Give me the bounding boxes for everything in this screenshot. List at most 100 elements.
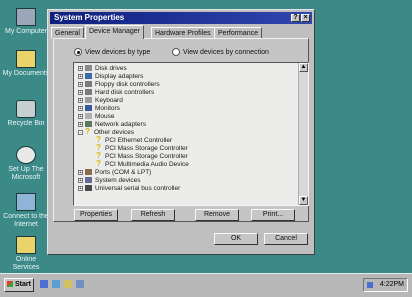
window-titlebar[interactable]: System Properties ? × — [50, 12, 312, 24]
properties-button[interactable]: Properties — [74, 209, 118, 221]
expand-icon[interactable]: + — [78, 97, 83, 103]
tree-item[interactable]: ? PCI Ethernet Controller — [96, 136, 172, 145]
desktop-icon-my-documents[interactable]: My Documents — [2, 50, 50, 78]
tree-item[interactable]: + Universal serial bus controller — [78, 185, 180, 193]
expand-icon[interactable]: + — [78, 113, 83, 119]
tree-item[interactable]: + Display adapters — [78, 73, 143, 81]
help-button[interactable]: ? — [291, 14, 300, 22]
tab-device-manager[interactable]: Device Manager — [85, 25, 144, 39]
tree-item-label: Disk drives — [95, 65, 127, 72]
desktop-icon-label: My Documents — [2, 70, 50, 77]
tree-item-label: Universal serial bus controller — [95, 185, 181, 192]
tree-item[interactable]: ? PCI Multimedia Audio Device — [96, 160, 189, 169]
expand-icon[interactable]: + — [78, 89, 83, 95]
mouse-icon — [85, 113, 92, 120]
tree-item[interactable]: ? PCI Mass Storage Controller — [96, 152, 188, 161]
cancel-button[interactable]: Cancel — [264, 233, 308, 245]
expand-icon[interactable]: + — [78, 73, 83, 79]
view-by-type-label: View devices by type — [85, 48, 151, 56]
expand-icon[interactable]: + — [78, 81, 83, 87]
tree-item[interactable]: + Floppy disk controllers — [78, 81, 160, 89]
system-tray: 4:22PM — [363, 278, 408, 292]
expand-icon[interactable]: + — [78, 185, 83, 191]
start-button[interactable]: Start — [4, 278, 34, 292]
display-adapter-icon — [85, 73, 92, 80]
tree-item-label: Display adapters — [95, 73, 144, 80]
folder-icon — [16, 236, 36, 254]
question-icon: ? — [85, 127, 90, 137]
refresh-button[interactable]: Refresh — [131, 209, 175, 221]
controller-icon — [85, 81, 92, 88]
controller-icon — [85, 89, 92, 96]
expand-icon[interactable]: + — [78, 177, 83, 183]
tab-performance[interactable]: Performance — [214, 27, 263, 38]
tree-item[interactable]: + Ports (COM & LPT) — [78, 169, 151, 177]
keyboard-icon — [85, 97, 92, 104]
tree-item-label: Mouse — [95, 113, 115, 120]
print-button[interactable]: Print... — [251, 209, 295, 221]
desktop-icon-recycle-bin[interactable]: Recycle Bin — [2, 100, 50, 128]
desktop-icon-label: My Computer — [4, 28, 47, 35]
desktop-icon-label: Recycle Bin — [7, 120, 45, 127]
collapse-icon[interactable]: - — [78, 129, 83, 135]
desktop-icon-label: Connect to the Internet — [3, 213, 49, 228]
windows-logo-icon — [7, 281, 13, 288]
window-title: System Properties — [54, 13, 125, 22]
internet-icon — [16, 193, 36, 211]
recycle-bin-icon — [16, 100, 36, 118]
port-icon — [85, 169, 92, 176]
device-manager-panel: View devices by type View devices by con… — [53, 38, 309, 222]
expand-icon[interactable]: + — [78, 65, 83, 71]
tree-item-label: Keyboard — [95, 97, 123, 104]
start-label: Start — [15, 281, 31, 288]
tree-item[interactable]: -? Other devices — [78, 127, 134, 137]
system-icon — [85, 177, 92, 184]
expand-icon[interactable]: + — [78, 121, 83, 127]
taskbar: Start 4:22PM — [0, 273, 412, 297]
desktop-icon-my-computer[interactable]: My Computer — [2, 8, 50, 36]
device-tree[interactable]: + Disk drives + Display adapters + Floppy dis… — [73, 62, 309, 206]
tree-item-label: Floppy disk controllers — [95, 81, 160, 88]
quick-launch-ie-icon[interactable] — [40, 280, 48, 288]
expand-icon[interactable]: + — [78, 169, 83, 175]
desktop-icon-label: Set Up The Microsoft — [8, 166, 44, 181]
desktop-icon-online-services[interactable]: Online Services — [2, 236, 50, 272]
remove-button[interactable]: Remove — [195, 209, 239, 221]
msn-icon — [16, 146, 36, 164]
view-by-type-radio[interactable]: View devices by type — [74, 48, 150, 56]
scroll-down-icon[interactable]: ▼ — [299, 196, 308, 205]
quick-launch-channels-icon[interactable] — [76, 280, 84, 288]
system-properties-window: System Properties ? × General Device Man… — [47, 9, 315, 255]
tray-network-icon[interactable] — [367, 282, 373, 288]
tree-item-label: Network adapters — [95, 121, 146, 128]
tab-general[interactable]: General — [51, 27, 84, 38]
tree-item[interactable]: + Hard disk controllers — [78, 89, 154, 97]
tree-item[interactable]: + Disk drives — [78, 65, 127, 73]
computer-icon — [16, 8, 36, 26]
scroll-up-icon[interactable]: ▲ — [299, 63, 308, 72]
quick-launch-outlook-icon[interactable] — [52, 280, 60, 288]
view-by-connection-label: View devices by connection — [183, 48, 269, 56]
tree-item[interactable]: + System devices — [78, 177, 141, 185]
ok-button[interactable]: OK — [214, 233, 258, 245]
tree-item-label: PCI Mass Storage Controller — [105, 145, 188, 152]
tree-item[interactable]: + Mouse — [78, 113, 115, 121]
tree-vertical-scrollbar[interactable]: ▲ ▼ — [298, 63, 308, 205]
tree-item-label: Monitors — [95, 105, 120, 112]
tree-item[interactable]: ? PCI Mass Storage Controller — [96, 144, 188, 153]
tab-hardware-profiles[interactable]: Hardware Profiles — [151, 27, 215, 38]
monitor-icon — [85, 105, 92, 112]
tree-item[interactable]: + Monitors — [78, 105, 120, 113]
usb-icon — [85, 185, 92, 192]
desktop-icon-connect-internet[interactable]: Connect to the Internet — [2, 193, 50, 229]
desktop-icon-msn[interactable]: Set Up The Microsoft — [2, 146, 50, 182]
tree-item-label: System devices — [95, 177, 141, 184]
close-button[interactable]: × — [301, 14, 310, 22]
tree-item[interactable]: + Keyboard — [78, 97, 123, 105]
desktop: My Computer My Documents Recycle Bin Set… — [0, 0, 412, 297]
quick-launch-desktop-icon[interactable] — [64, 280, 72, 288]
expand-icon[interactable]: + — [78, 105, 83, 111]
view-by-connection-radio[interactable]: View devices by connection — [172, 48, 269, 56]
tree-item-label: PCI Multimedia Audio Device — [105, 161, 189, 168]
tree-item-label: Ports (COM & LPT) — [95, 169, 152, 176]
